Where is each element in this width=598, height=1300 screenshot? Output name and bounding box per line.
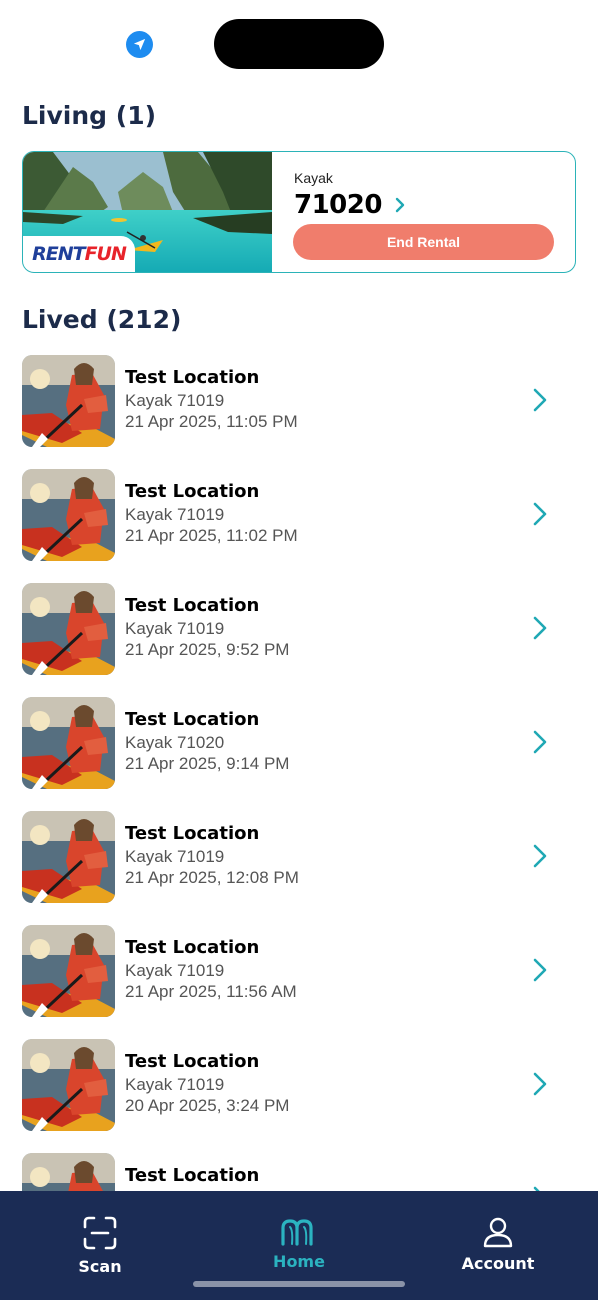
history-date: 21 Apr 2025, 11:56 AM <box>125 982 297 1001</box>
history-location: Test Location <box>125 937 260 958</box>
history-date: 21 Apr 2025, 9:14 PM <box>125 754 290 773</box>
history-vehicle: Kayak 71020 <box>125 733 225 752</box>
history-date: 21 Apr 2025, 9:52 PM <box>125 640 290 659</box>
history-item-text: Test Location Kayak 71020 21 Apr 2025, 9… <box>125 709 289 774</box>
home-indicator <box>193 1281 405 1287</box>
chevron-right-icon <box>530 387 550 413</box>
kayak-thumbnail <box>22 469 115 561</box>
end-rental-button[interactable]: End Rental <box>293 224 554 260</box>
kayak-thumbnail <box>22 1039 115 1131</box>
user-icon <box>482 1216 514 1248</box>
brand-rent-text: RENT <box>32 243 85 265</box>
brand-logo: RENTFUN <box>23 236 135 272</box>
history-vehicle: Kayak 71019 <box>125 505 225 524</box>
history-list-item[interactable]: Test Location Kayak 71019 20 Apr 2025, 3… <box>0 1039 598 1153</box>
history-list-item[interactable]: Test Location Kayak 71020 21 Apr 2025, 9… <box>0 697 598 811</box>
history-vehicle: Kayak 71019 <box>125 1075 225 1094</box>
chevron-right-icon <box>394 196 406 214</box>
history-vehicle: Kayak 71019 <box>125 619 225 638</box>
kayak-lagoon-photo: RENTFUN <box>23 152 272 272</box>
history-vehicle: Kayak 71019 <box>125 391 225 410</box>
brand-fun-text: FUN <box>84 243 127 265</box>
history-date: 21 Apr 2025, 12:08 PM <box>125 868 299 887</box>
history-location: Test Location <box>125 481 260 502</box>
chevron-right-icon <box>530 843 550 869</box>
chevron-right-icon <box>530 1071 550 1097</box>
history-item-text: Test Location Kayak 71019 21 Apr 2025, 1… <box>125 481 298 546</box>
history-item-text: Test Location Kayak 71019 21 Apr 2025, 1… <box>125 937 297 1002</box>
active-rental-card[interactable]: RENTFUN Kayak 71020 End Rental <box>22 151 576 273</box>
history-list-item[interactable]: Test Location Kayak 71019 21 Apr 2025, 1… <box>0 811 598 925</box>
history-list-item[interactable]: Test Location Kayak 71019 21 Apr 2025, 1… <box>0 355 598 469</box>
history-item-text: Test Location Kayak 71019 21 Apr 2025, 1… <box>125 823 299 888</box>
history-location: Test Location <box>125 1165 260 1186</box>
history-location: Test Location <box>125 709 260 730</box>
status-bar <box>0 0 598 80</box>
history-item-text: Test Location Kayak 71019 20 Apr 2025, 3… <box>125 1051 289 1116</box>
active-vehicle-link[interactable]: 71020 <box>294 190 575 220</box>
location-arrow-icon <box>126 31 153 58</box>
history-list-item[interactable]: Test Location Kayak 71019 21 Apr 2025, 9… <box>0 583 598 697</box>
nav-home[interactable]: Home <box>229 1191 369 1291</box>
history-date: 21 Apr 2025, 11:05 PM <box>125 412 298 431</box>
history-date: 21 Apr 2025, 11:02 PM <box>125 526 298 545</box>
history-date: 20 Apr 2025, 3:24 PM <box>125 1096 290 1115</box>
home-logo-icon <box>280 1217 318 1247</box>
history-location: Test Location <box>125 367 260 388</box>
chevron-right-icon <box>530 501 550 527</box>
chevron-right-icon <box>530 729 550 755</box>
nav-scan-label: Scan <box>78 1257 122 1276</box>
history-list-item[interactable]: Test Location Kayak 71019 21 Apr 2025, 1… <box>0 469 598 583</box>
active-rental-info: Kayak 71020 End Rental <box>272 152 575 272</box>
history-vehicle: Kayak 71019 <box>125 961 225 980</box>
history-vehicle: Kayak 71019 <box>125 847 225 866</box>
nav-home-label: Home <box>273 1252 325 1271</box>
history-item-text: Test Location <box>125 1165 259 1189</box>
kayak-thumbnail <box>22 697 115 789</box>
active-vehicle-type: Kayak <box>294 170 333 186</box>
history-location: Test Location <box>125 823 260 844</box>
nav-account-label: Account <box>461 1254 535 1273</box>
kayak-thumbnail <box>22 355 115 447</box>
rental-history-list: Test Location Kayak 71019 21 Apr 2025, 1… <box>0 355 598 1267</box>
living-section-title: Living (1) <box>22 101 157 130</box>
history-location: Test Location <box>125 1051 260 1072</box>
lived-section-title: Lived (212) <box>22 305 182 334</box>
history-item-text: Test Location Kayak 71019 21 Apr 2025, 1… <box>125 367 298 432</box>
nav-scan[interactable]: Scan <box>30 1191 170 1291</box>
scan-icon <box>83 1215 117 1251</box>
dynamic-island <box>214 19 384 69</box>
kayak-thumbnail <box>22 925 115 1017</box>
chevron-right-icon <box>530 957 550 983</box>
history-item-text: Test Location Kayak 71019 21 Apr 2025, 9… <box>125 595 289 660</box>
chevron-right-icon <box>530 615 550 641</box>
nav-account[interactable]: Account <box>428 1191 568 1291</box>
active-vehicle-id: 71020 <box>294 190 382 220</box>
history-location: Test Location <box>125 595 260 616</box>
kayak-thumbnail <box>22 583 115 675</box>
kayak-thumbnail <box>22 811 115 903</box>
history-list-item[interactable]: Test Location Kayak 71019 21 Apr 2025, 1… <box>0 925 598 1039</box>
